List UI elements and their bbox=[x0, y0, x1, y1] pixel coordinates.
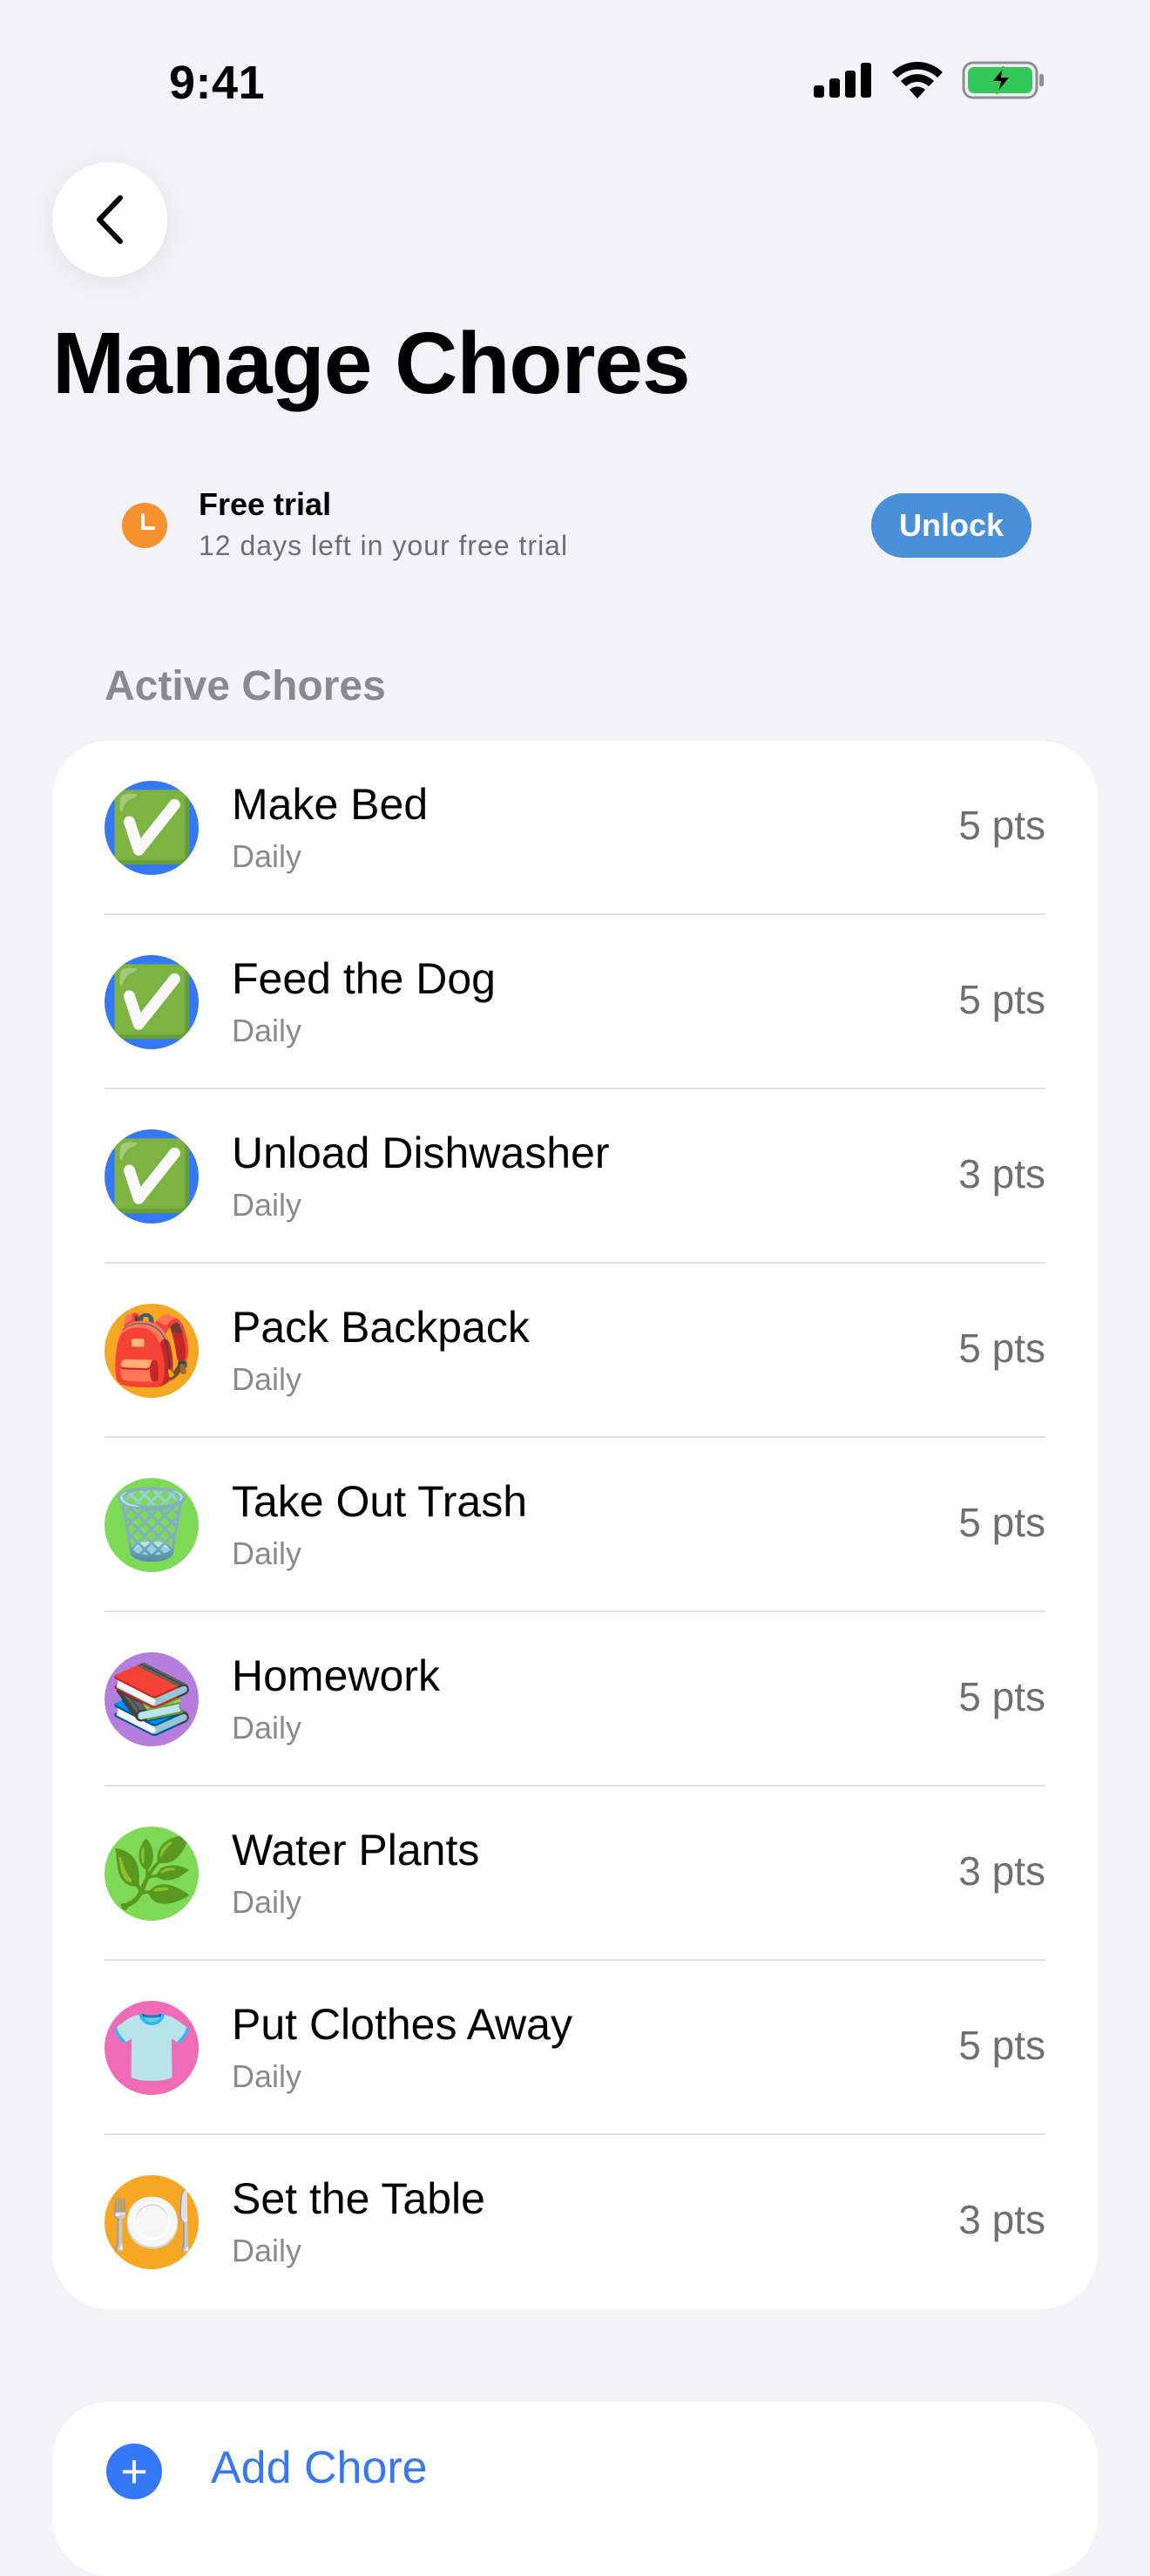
chore-row[interactable]: 🗑️ Take Out Trash Daily 5 pts bbox=[52, 1438, 1098, 1612]
chore-name: Unload Dishwasher bbox=[232, 1129, 610, 1177]
chore-frequency: Daily bbox=[232, 1884, 302, 1920]
chore-name: Pack Backpack bbox=[232, 1303, 530, 1352]
backpack-icon: 🎒 bbox=[105, 1304, 199, 1398]
books-icon: 📚 bbox=[105, 1652, 199, 1746]
check-mark-button-icon: ✅ bbox=[105, 955, 199, 1049]
shirt-icon: 👕 bbox=[105, 2001, 199, 2095]
check-mark-button-icon: ✅ bbox=[105, 781, 199, 875]
chore-frequency: Daily bbox=[232, 1710, 302, 1746]
wastebasket-icon: 🗑️ bbox=[105, 1478, 199, 1572]
chore-row[interactable]: 🎒 Pack Backpack Daily 5 pts bbox=[52, 1264, 1098, 1438]
battery-charging-icon bbox=[962, 61, 1044, 99]
chore-frequency: Daily bbox=[232, 2058, 302, 2094]
fork-knife-plate-icon: 🍽️ bbox=[105, 2175, 199, 2269]
chore-frequency: Daily bbox=[232, 1361, 302, 1397]
chore-points: 5 pts bbox=[958, 977, 1045, 1022]
chore-name: Feed the Dog bbox=[232, 954, 496, 1003]
chore-points: 5 pts bbox=[958, 803, 1045, 848]
wifi-icon bbox=[892, 62, 943, 98]
chore-name: Take Out Trash bbox=[232, 1477, 528, 1526]
trial-title: Free trial bbox=[199, 486, 332, 522]
chore-frequency: Daily bbox=[232, 838, 302, 874]
chore-name: Put Clothes Away bbox=[232, 2000, 572, 2049]
chore-points: 3 pts bbox=[958, 1848, 1045, 1894]
status-bar: 9:41 bbox=[0, 0, 1150, 166]
clock-icon bbox=[122, 503, 167, 548]
free-trial-banner: Free trial 12 days left in your free tri… bbox=[122, 481, 1032, 566]
chore-frequency: Daily bbox=[232, 1187, 302, 1223]
status-icons bbox=[814, 61, 1045, 99]
chevron-left-icon bbox=[97, 195, 123, 244]
chore-frequency: Daily bbox=[232, 1535, 302, 1571]
chore-frequency: Daily bbox=[232, 2233, 302, 2268]
chore-name: Water Plants bbox=[232, 1826, 480, 1874]
check-mark-button-icon: ✅ bbox=[105, 1129, 199, 1224]
chore-row[interactable]: ✅ Make Bed Daily 5 pts bbox=[52, 741, 1098, 915]
chore-points: 5 pts bbox=[958, 2023, 1045, 2068]
chore-row[interactable]: 👕 Put Clothes Away Daily 5 pts bbox=[52, 1961, 1098, 2135]
status-time: 9:41 bbox=[169, 57, 266, 109]
chore-points: 5 pts bbox=[958, 1500, 1045, 1545]
chore-name: Homework bbox=[232, 1651, 440, 1700]
chore-points: 3 pts bbox=[958, 1151, 1045, 1196]
chore-frequency: Daily bbox=[232, 1013, 302, 1048]
chore-row[interactable]: 📚 Homework Daily 5 pts bbox=[52, 1612, 1098, 1786]
chore-points: 3 pts bbox=[958, 2197, 1045, 2242]
page-title: Manage Chores bbox=[52, 315, 691, 412]
herb-icon: 🌿 bbox=[105, 1827, 199, 1921]
active-chores-list: ✅ Make Bed Daily 5 pts ✅ Feed the Dog Daily 5 p… bbox=[52, 741, 1098, 2309]
section-label-active-chores: Active Chores bbox=[105, 663, 386, 709]
chore-row[interactable]: ✅ Feed the Dog Daily 5 pts bbox=[52, 915, 1098, 1089]
chore-points: 5 pts bbox=[958, 1325, 1045, 1371]
back-button[interactable] bbox=[52, 162, 167, 277]
chore-name: Make Bed bbox=[232, 780, 429, 829]
trial-subtitle: 12 days left in your free trial bbox=[199, 530, 569, 561]
add-chore-button[interactable]: + Add Chore bbox=[52, 2402, 1098, 2576]
chore-row[interactable]: 🌿 Water Plants Daily 3 pts bbox=[52, 1786, 1098, 1961]
add-chore-label: Add Chore bbox=[211, 2443, 428, 2493]
chore-row[interactable]: ✅ Unload Dishwasher Daily 3 pts bbox=[52, 1089, 1098, 1264]
unlock-button[interactable]: Unlock bbox=[871, 493, 1032, 558]
cellular-signal-icon bbox=[814, 63, 871, 98]
plus-circle-icon: + bbox=[106, 2444, 162, 2499]
chore-row[interactable]: 🍽️ Set the Table Daily 3 pts bbox=[52, 2135, 1098, 2309]
chore-name: Set the Table bbox=[232, 2174, 485, 2223]
chore-points: 5 pts bbox=[958, 1674, 1045, 1719]
